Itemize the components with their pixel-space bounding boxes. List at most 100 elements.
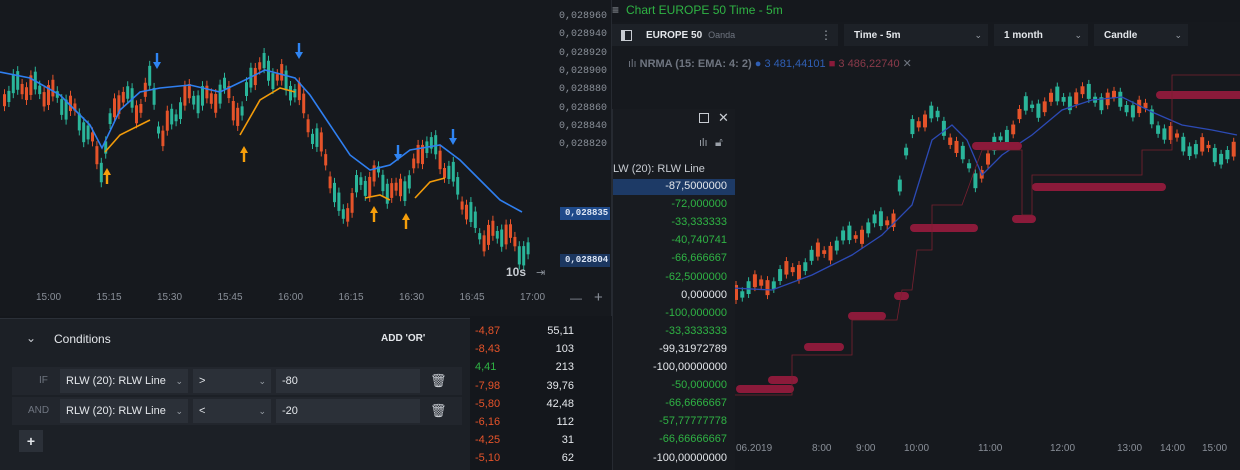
select-value: RLW (20): RLW Line [66,375,166,387]
condition-operator-select[interactable]: > ⌄ [193,369,271,393]
trash-icon[interactable]: 🗑︎ [430,373,447,389]
candle-body [1017,108,1022,120]
candle-body [368,176,372,197]
candle-body [1011,124,1016,135]
change-percent-cell: -4,87 [475,325,501,337]
candle-body [284,70,288,91]
candle-body [324,154,328,166]
zoom-out-button[interactable]: — [570,291,582,305]
buy-arrow-icon [240,146,248,153]
time-tick-label: 8:00 [812,443,832,454]
candle-body [460,201,464,210]
candle-body [526,242,530,255]
candle-body [482,235,486,252]
left-price-chart[interactable]: 0,028960 0,028940 0,028920 0,028900 0,028880… [0,0,612,316]
time-tick-label: 15:30 [157,292,183,303]
time-tick-label: 11:00 [978,443,1003,454]
time-tick-label: 06.2019 [736,443,773,454]
time-tick-label: 12:00 [1050,443,1076,454]
candle-body [910,119,915,135]
candle-body [359,177,363,185]
candle-body [784,261,789,275]
candle-body [16,71,20,90]
candle-body [1206,144,1211,149]
candle-body [1181,136,1186,152]
table-cell-value: -66,6666667 [665,397,727,410]
candle-body [139,103,143,113]
sell-arrow-shaft [396,145,400,154]
candle-body [350,193,354,213]
candle-body [1023,96,1028,111]
candle-body [3,94,6,107]
candle-body [311,133,314,144]
zoom-in-button[interactable]: + [594,289,603,306]
chart-icon[interactable]: ılı [699,137,708,149]
candle-body [86,125,90,140]
volume-cell: 55,11 [547,325,574,337]
candle-body [447,165,451,180]
candle-body [95,146,99,165]
candle-body [1061,97,1066,102]
price-tag-current: 0,028835 [560,207,610,220]
candle-body [517,246,521,265]
candle-body [315,128,319,147]
candle-body [302,93,306,114]
time-tick-label: 16:45 [459,292,485,303]
condition-value-input[interactable]: -80 [276,369,420,393]
candle-body [135,105,138,124]
chevron-down-icon: ⌄ [175,406,183,416]
candle-body [381,174,385,192]
time-tick-label: 16:00 [278,292,304,303]
condition-operator-select[interactable]: < ⌄ [193,399,271,423]
table-cell-value: -57,77777778 [659,415,727,428]
candle-body [196,95,200,114]
table-cell-value: -33,333333 [671,216,727,229]
table-cell-value: -72,000000 [671,198,727,211]
candle-body [935,110,940,118]
candle-body [1187,146,1192,156]
candle-body [771,281,776,289]
candle-body [866,222,871,234]
maximize-icon[interactable] [699,113,709,123]
time-tick-label: 10:00 [904,443,930,454]
change-percent-cell: -6,16 [475,416,501,428]
table-cell-value: -62,5000000 [665,270,727,283]
condition-indicator-select[interactable]: RLW (20): RLW Line ⌄ [60,399,188,423]
time-tick-label: 16:15 [338,292,364,303]
chevron-down-icon: ⌄ [258,406,266,416]
time-tick-label: 16:30 [399,292,425,303]
change-percent-cell: -5,10 [475,452,501,465]
time-tick-label: 13:00 [1117,443,1143,454]
candle-body [152,87,156,105]
condition-value-input[interactable]: -20 [276,399,420,423]
candle-body [399,178,402,197]
scroll-to-end-icon[interactable]: ⇥ [536,266,545,279]
sell-arrow-icon [449,138,457,145]
collapse-chevron-icon[interactable]: ⌄ [26,331,36,345]
price-tick-label: 0,028880 [558,84,607,96]
candle-body [1030,104,1035,109]
candle-body [363,180,367,196]
price-tick-label: 0,028940 [558,29,607,41]
candle-body [293,89,297,98]
candle-body [1175,133,1179,138]
candle-body [504,224,508,245]
add-or-button[interactable]: ADD 'OR' [381,333,425,344]
close-icon[interactable]: ✕ [718,110,729,126]
trash-icon[interactable]: 🗑︎ [430,403,447,419]
add-condition-button[interactable]: + [19,430,43,452]
candle-body [390,183,394,198]
candle-body [1112,90,1116,98]
condition-indicator-select[interactable]: RLW (20): RLW Line ⌄ [60,369,188,393]
volume-cell: 39,76 [546,379,574,392]
candle-body [148,65,152,86]
candle-body [99,162,103,183]
candle-body [860,229,864,244]
time-tick-label: 15:15 [96,292,122,303]
candle-body [223,77,226,89]
candle-body [478,233,482,240]
candle-body [809,249,814,261]
lock-icon[interactable]: 🔓︎ [715,135,723,150]
candle-body [355,175,358,193]
buy-arrow-shaft [404,220,408,229]
